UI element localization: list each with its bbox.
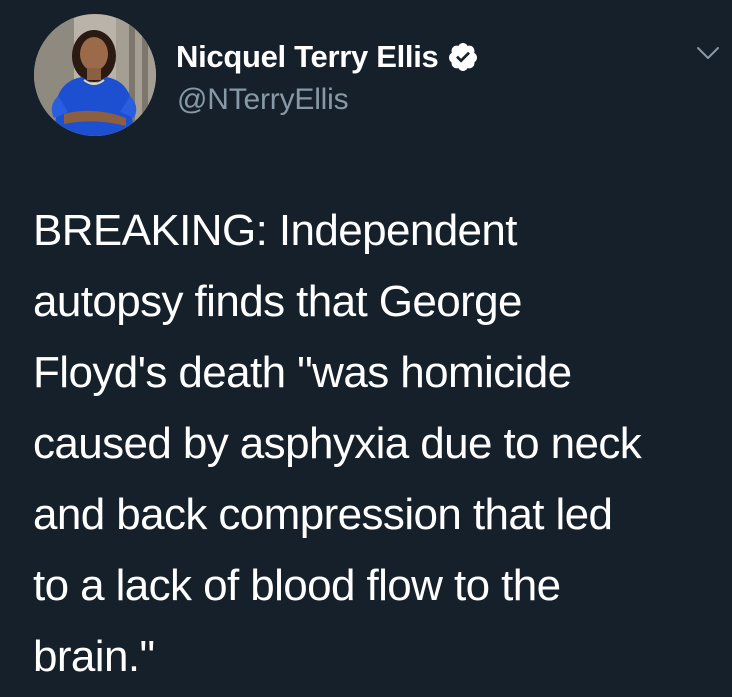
tweet-card: Nicquel Terry Ellis @NTerryEllis BREAKIN… [0, 0, 732, 697]
author-name-row[interactable]: Nicquel Terry Ellis [176, 37, 479, 77]
chevron-down-icon[interactable] [694, 42, 722, 64]
tweet-text: BREAKING: Independent autopsy finds that… [33, 206, 642, 681]
profile-photo [34, 14, 156, 136]
verified-badge-icon [448, 43, 477, 71]
author-name[interactable]: Nicquel Terry Ellis [176, 39, 439, 75]
avatar[interactable] [34, 14, 156, 136]
author-handle[interactable]: @NTerryEllis [177, 83, 349, 117]
